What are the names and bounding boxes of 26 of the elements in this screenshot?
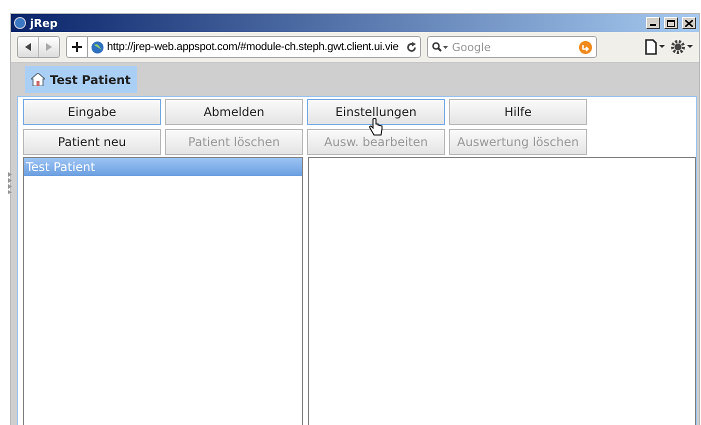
address-field[interactable]: http://jrep-web.appspot.com/#module-ch.steph.gwt.client.ui.vie (66, 36, 421, 58)
page-menu-icon[interactable] (645, 39, 665, 55)
minimize-button[interactable] (646, 17, 660, 29)
home-icon (31, 73, 45, 86)
search-icon (432, 42, 448, 52)
close-icon (685, 20, 693, 26)
patient-tab[interactable]: Test Patient (25, 66, 137, 93)
toolbar-button[interactable]: Einstellungen (307, 99, 445, 125)
window-title: jRep (30, 16, 59, 30)
reload-icon[interactable] (406, 42, 417, 52)
plus-icon (72, 42, 82, 52)
globe-icon (91, 40, 104, 54)
forward-arrow-icon (45, 43, 53, 51)
maximize-button[interactable] (664, 17, 678, 29)
toolbar-button[interactable]: Abmelden (165, 99, 303, 125)
close-button[interactable] (682, 17, 696, 29)
toolbar-button[interactable]: Patient neu (23, 129, 161, 155)
settings-icon[interactable] (671, 39, 693, 55)
toolbar-button[interactable]: Hilfe (449, 99, 587, 125)
hand-cursor-icon (369, 118, 383, 136)
app-icon (14, 17, 26, 29)
maximize-icon (667, 20, 675, 26)
splitter-grip-icon[interactable] (8, 172, 12, 194)
back-arrow-icon (24, 43, 32, 51)
toolbar-button[interactable]: Eingabe (23, 99, 161, 125)
search-box[interactable]: Google (427, 36, 597, 58)
